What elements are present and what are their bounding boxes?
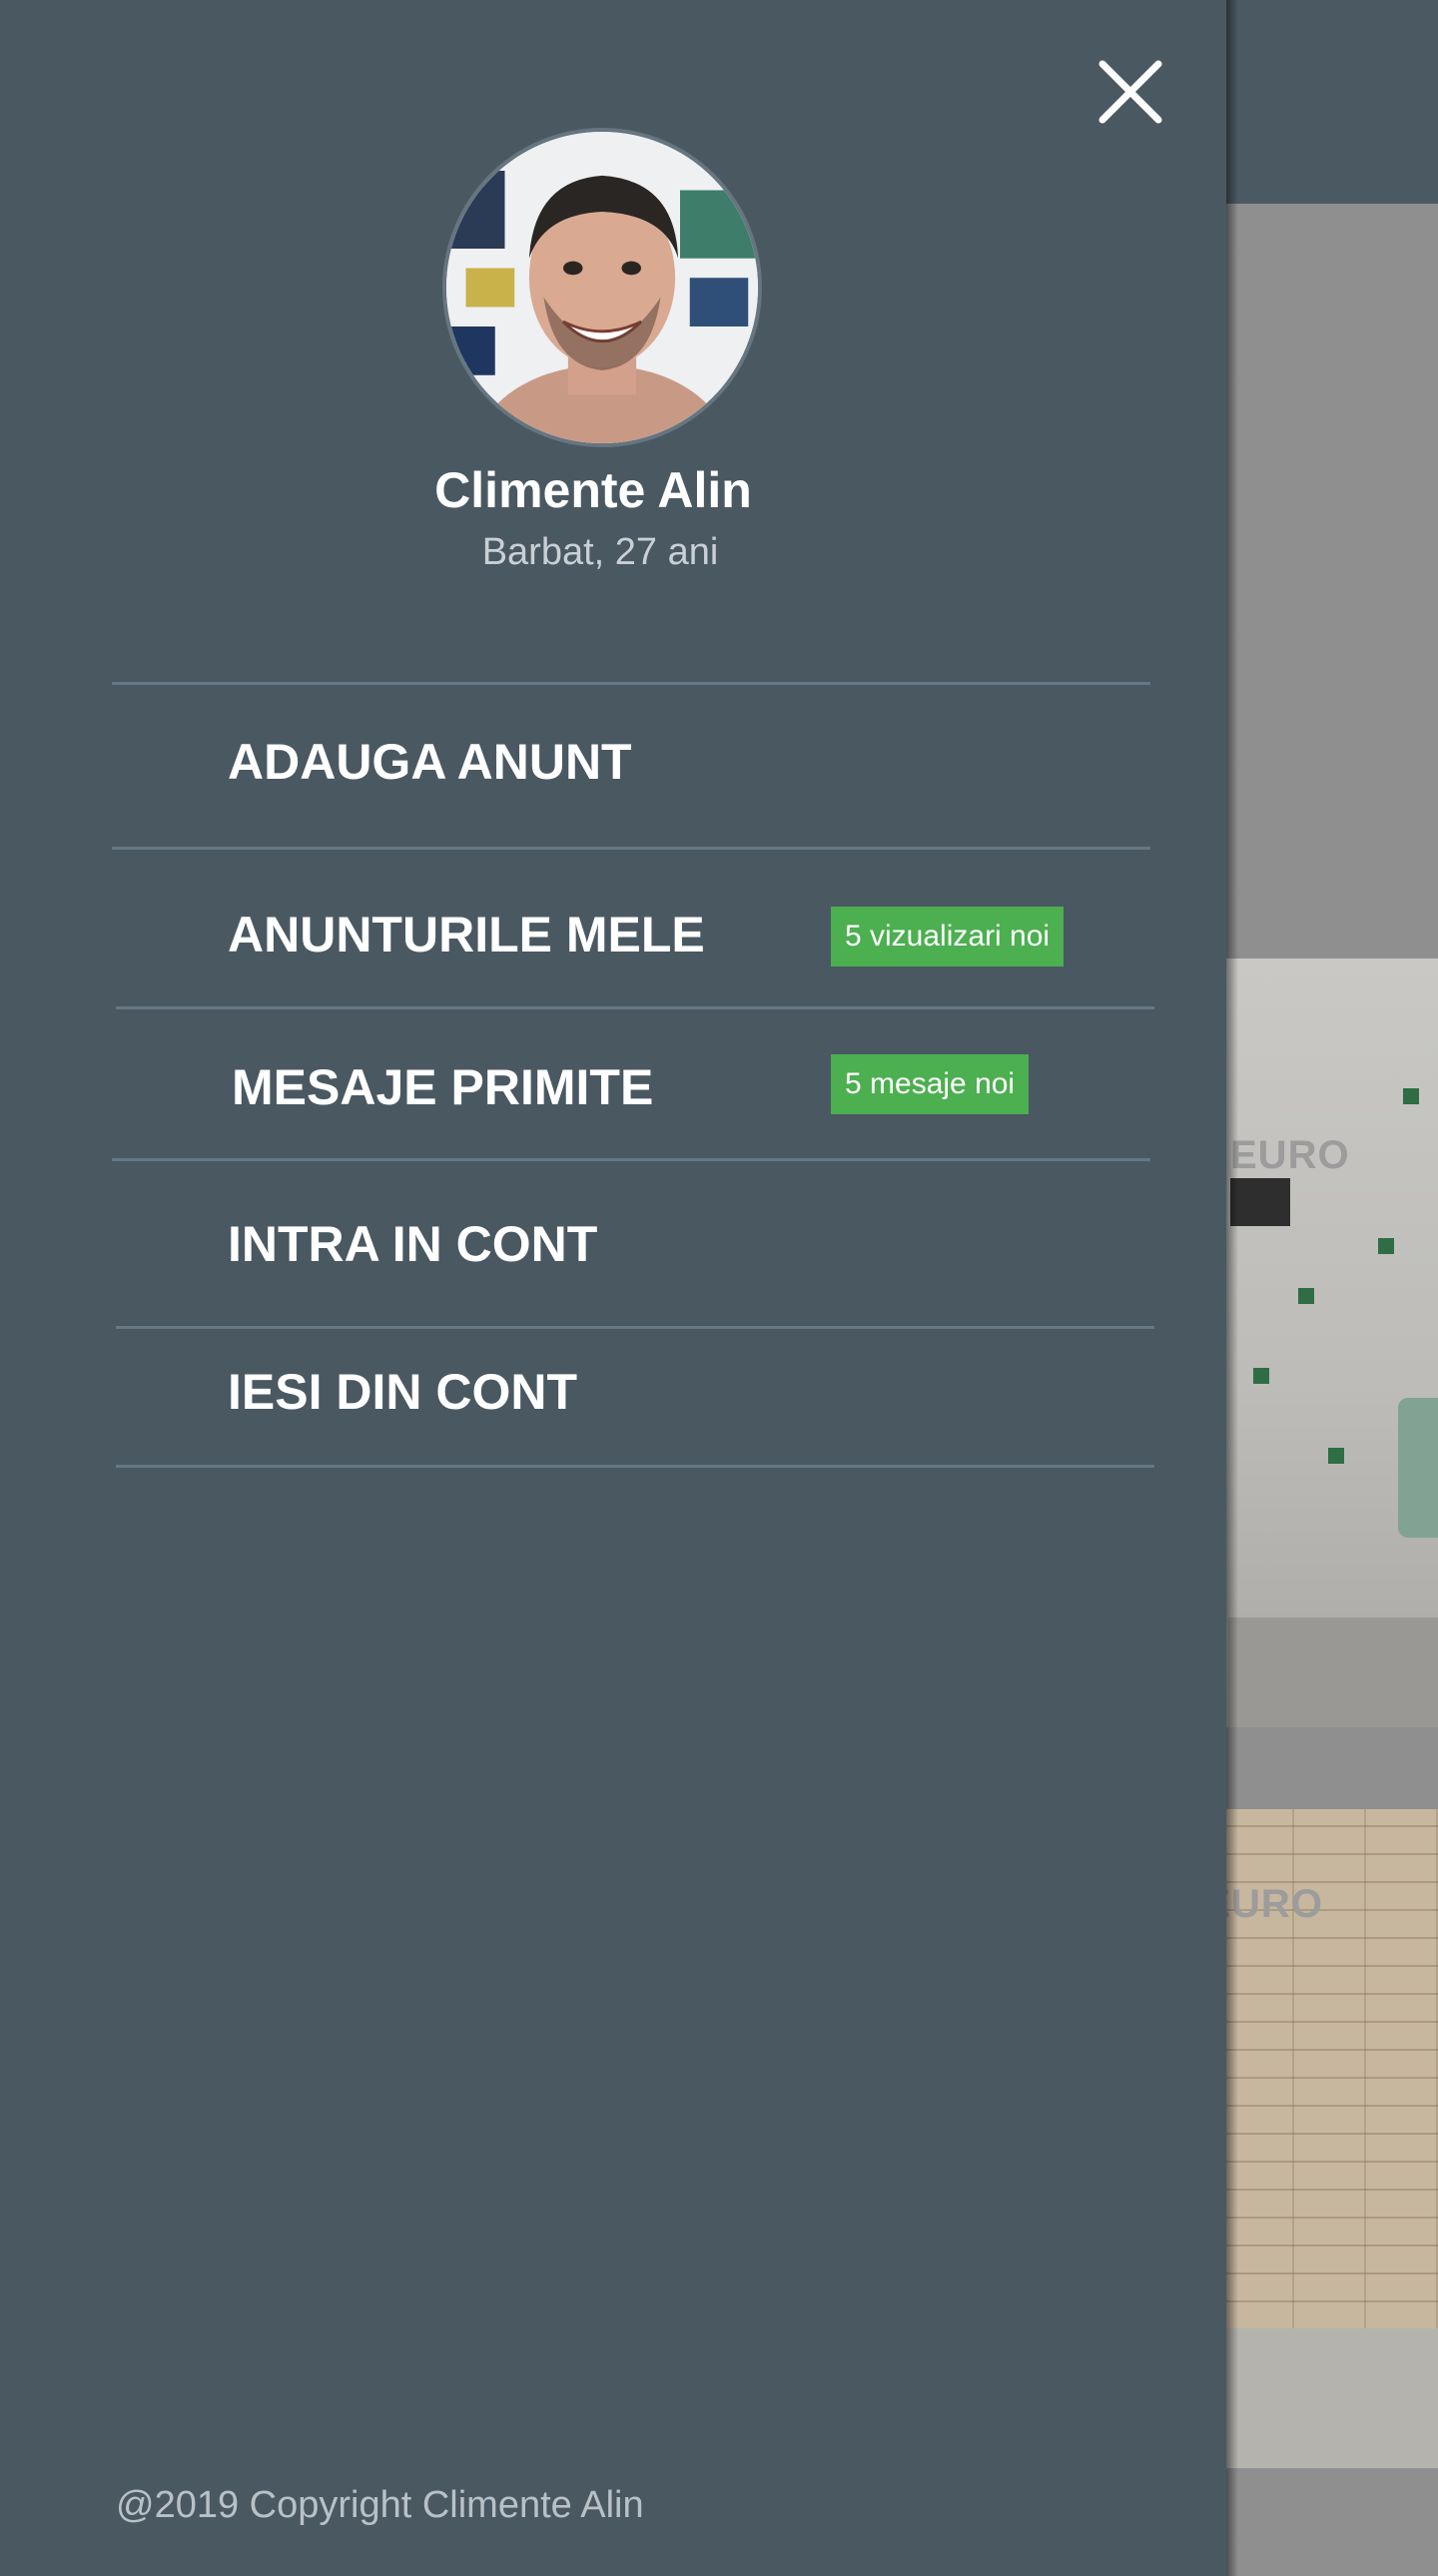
- menu-item-intra-in-cont[interactable]: INTRA IN CONT: [112, 1165, 1150, 1305]
- listing-photo-detail: [1328, 1448, 1344, 1464]
- messages-badge: 5 mesaje noi: [831, 1054, 1030, 1114]
- views-badge: 5 vizualizari noi: [831, 907, 1065, 966]
- listing-photo-detail: [1378, 1238, 1394, 1254]
- navigation-drawer: Climente Alin Barbat, 27 ani ADAUGA ANUN…: [0, 0, 1226, 2576]
- close-icon: [1098, 60, 1162, 124]
- listing-price: EURO: [1230, 1133, 1350, 1177]
- listing-photo-detail: [1298, 1288, 1314, 1304]
- menu-item-iesi-din-cont[interactable]: IESI DIN CONT: [112, 1333, 1150, 1473]
- divider: [112, 1158, 1150, 1161]
- divider: [112, 847, 1150, 850]
- drawer-shadow: [1226, 0, 1238, 2576]
- divider: [112, 682, 1150, 685]
- menu-item-label: ADAUGA ANUNT: [228, 734, 632, 790]
- divider: [116, 1326, 1154, 1329]
- menu-item-mesaje-primite[interactable]: MESAJE PRIMITE 5 mesaje noi: [112, 1013, 1150, 1153]
- listing-photo-detail: [1398, 1398, 1438, 1538]
- menu-item-label: IESI DIN CONT: [228, 1364, 578, 1420]
- listing-photo-detail: [1253, 1368, 1269, 1384]
- listing-photo-detail: [1403, 1088, 1419, 1104]
- menu-item-adauga-anunt[interactable]: ADAUGA ANUNT: [112, 689, 1150, 829]
- copyright-footer: @2019 Copyright Climente Alin: [116, 2484, 644, 2526]
- listing-photo-detail: [1228, 1617, 1438, 1727]
- close-button[interactable]: [1090, 52, 1170, 132]
- user-avatar-photo: [446, 132, 758, 443]
- user-name: Climente Alin: [434, 462, 752, 518]
- menu-item-label: MESAJE PRIMITE: [232, 1059, 654, 1115]
- avatar[interactable]: [442, 128, 762, 447]
- divider: [116, 1465, 1154, 1468]
- menu-item-label: INTRA IN CONT: [228, 1216, 598, 1272]
- divider: [116, 1006, 1154, 1009]
- user-details: Barbat, 27 ani: [481, 531, 719, 573]
- menu-item-anunturile-mele[interactable]: ANUNTURILE MELE 5 vizualizari noi: [112, 854, 1150, 993]
- menu-item-label: ANUNTURILE MELE: [228, 907, 705, 963]
- listing-photo-detail: [1230, 1178, 1290, 1226]
